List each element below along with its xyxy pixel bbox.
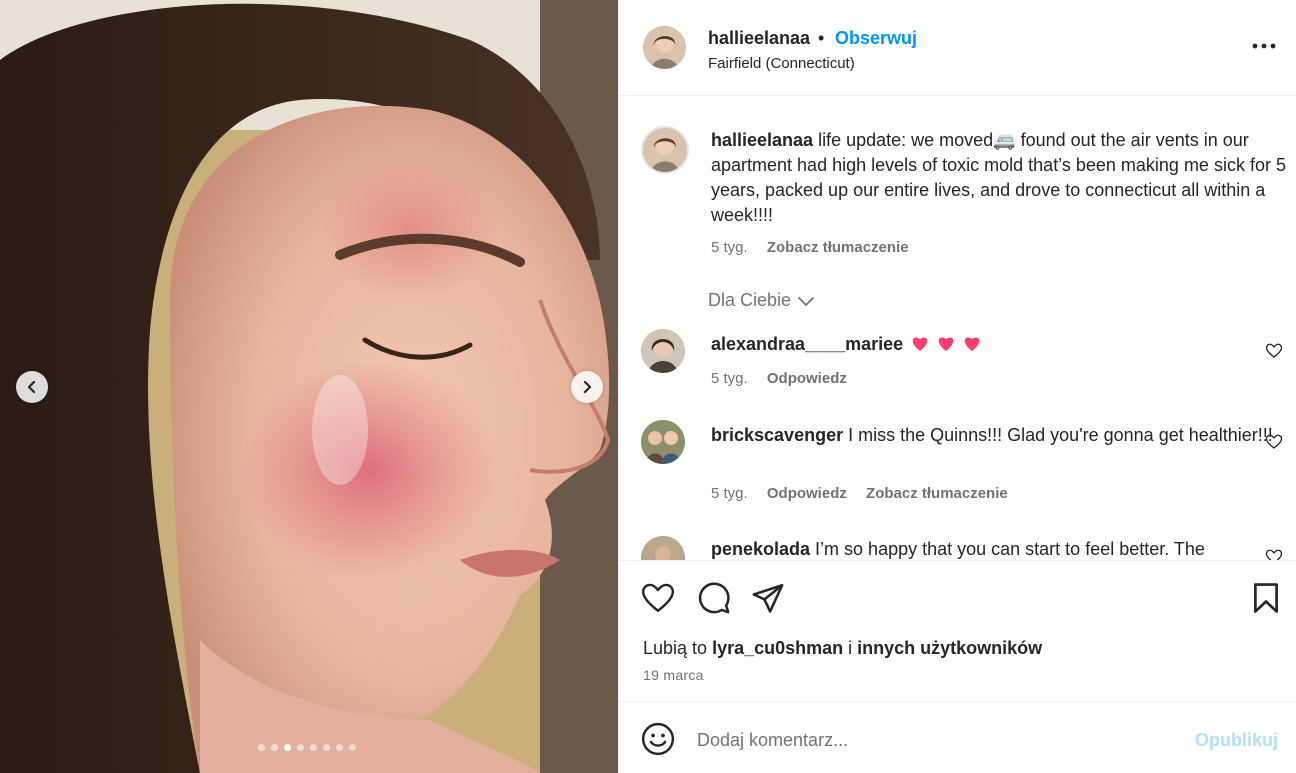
like-comment-heart-icon[interactable]	[1265, 548, 1283, 560]
commenter-avatar[interactable]	[641, 420, 685, 464]
carousel-dot	[323, 744, 330, 751]
heart-icon[interactable]	[641, 581, 675, 615]
publish-button[interactable]: Opublikuj	[1195, 730, 1278, 751]
post-photo	[0, 0, 618, 773]
post-date[interactable]: 19 marca	[643, 667, 704, 683]
comment-input[interactable]	[697, 726, 1177, 754]
likes-prefix: Lubią to	[643, 638, 713, 658]
comment-body: alexandraa____mariee	[711, 332, 1287, 360]
comment-time[interactable]: 5 tyg.	[711, 370, 748, 387]
comment-username[interactable]: alexandraa____mariee	[711, 334, 903, 354]
liker-username[interactable]: lyra_cu0shman	[712, 638, 843, 658]
author-username[interactable]: hallieelanaa	[708, 28, 810, 49]
comment-username[interactable]: brickscavenger	[711, 425, 843, 445]
author-avatar[interactable]	[643, 26, 686, 69]
comment-body: penekolada I’m so happy that you can sta…	[711, 537, 1287, 560]
chevron-right-icon	[583, 380, 592, 394]
post-header: hallieelanaa • Obserwuj Fairfield (Conne…	[619, 0, 1296, 96]
chevron-left-icon	[27, 380, 36, 394]
post-sidebar: hallieelanaa • Obserwuj Fairfield (Conne…	[618, 0, 1296, 773]
commenter-avatar[interactable]	[641, 329, 685, 373]
post-location[interactable]: Fairfield (Connecticut)	[708, 55, 855, 72]
caption-username[interactable]: hallieelanaa	[711, 130, 813, 150]
post-actions: Lubią to lyra_cu0shman i innych użytkown…	[619, 560, 1296, 701]
carousel-dot	[310, 744, 317, 751]
comment-text: I’m so happy that you can start to feel …	[810, 539, 1205, 559]
smiley-icon[interactable]	[641, 722, 675, 756]
caption-time[interactable]: 5 tyg.	[711, 239, 748, 256]
comment-translate-button[interactable]: Zobacz tłumaczenie	[866, 485, 1008, 502]
reply-button[interactable]: Odpowiedz	[767, 485, 847, 502]
carousel-dot	[271, 744, 278, 751]
comment-meta: 5 tyg. Odpowiedz	[711, 370, 862, 387]
photo-image	[0, 0, 618, 773]
comment-time[interactable]: 5 tyg.	[711, 485, 748, 502]
for-you-sort-dropdown[interactable]: Dla Ciebie	[708, 290, 815, 311]
post-caption: hallieelanaa life update: we moved🚐 foun…	[711, 128, 1287, 228]
header-separator: •	[818, 28, 825, 48]
next-image-button[interactable]	[571, 371, 603, 403]
more-horizontal-icon[interactable]	[1251, 36, 1277, 56]
carousel-dot	[349, 744, 356, 751]
send-icon[interactable]	[751, 581, 785, 615]
comment-text	[903, 334, 908, 354]
pink-heart-icons	[912, 337, 980, 351]
carousel-dot	[336, 744, 343, 751]
heart-emojis	[910, 333, 994, 360]
likes-conjunction: i	[843, 638, 858, 658]
like-comment-heart-icon[interactable]	[1265, 433, 1283, 451]
other-likers-link[interactable]: innych użytkowników	[857, 638, 1042, 658]
chevron-down-icon	[798, 296, 814, 306]
caption-meta: 5 tyg. Zobacz tłumaczenie	[711, 239, 924, 256]
carousel-dot	[297, 744, 304, 751]
bookmark-icon[interactable]	[1249, 581, 1283, 615]
previous-image-button[interactable]	[16, 371, 48, 403]
commenter-avatar[interactable]	[641, 536, 685, 560]
follow-button[interactable]: Obserwuj	[835, 28, 917, 49]
carousel-indicator	[258, 744, 356, 751]
add-comment-bar: Opublikuj	[619, 701, 1296, 773]
for-you-label: Dla Ciebie	[708, 290, 792, 310]
comment-text: I miss the Quinns!!! Glad you're gonna g…	[843, 425, 1273, 445]
reply-button[interactable]: Odpowiedz	[767, 370, 847, 387]
like-comment-heart-icon[interactable]	[1265, 342, 1283, 360]
comments-list[interactable]: hallieelanaa life update: we moved🚐 foun…	[619, 96, 1296, 560]
comment-username[interactable]: penekolada	[711, 539, 810, 559]
caption-translate-button[interactable]: Zobacz tłumaczenie	[767, 239, 909, 256]
comment-icon[interactable]	[697, 581, 731, 615]
carousel-dot	[258, 744, 265, 751]
comment-body: brickscavenger I miss the Quinns!!! Glad…	[711, 423, 1287, 448]
likes-summary: Lubią to lyra_cu0shman i innych użytkown…	[643, 638, 1042, 659]
comment-meta: 5 tyg. Odpowiedz Zobacz tłumaczenie	[711, 485, 1023, 502]
van-emoji: 🚐	[993, 130, 1016, 150]
caption-author-avatar[interactable]	[641, 126, 689, 174]
caption-text-start: life update: we moved	[813, 130, 994, 150]
carousel-dot	[284, 744, 291, 751]
